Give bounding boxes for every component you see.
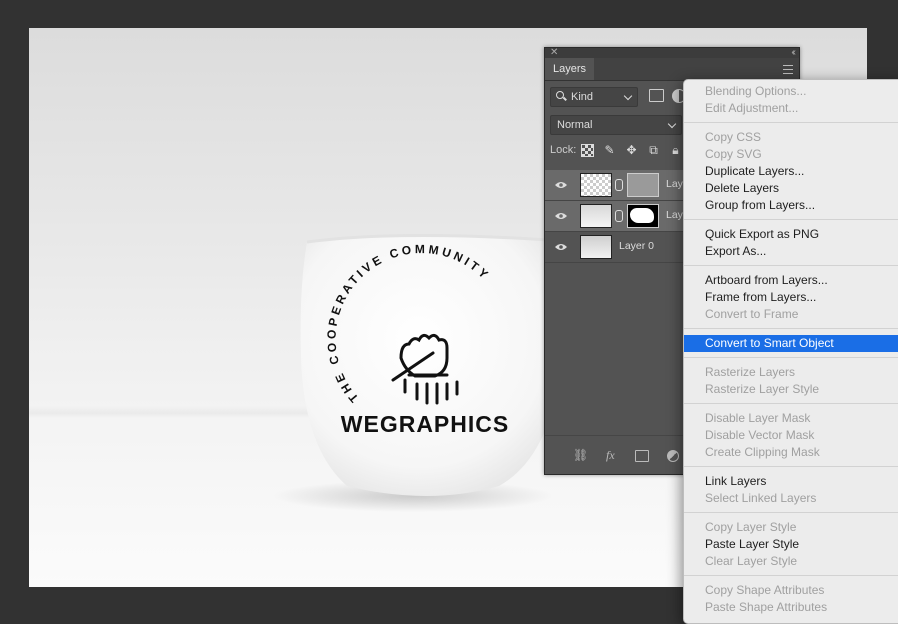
menu-item-disable-vector-mask: Disable Vector Mask (705, 428, 815, 442)
kind-filter-select[interactable]: Kind (550, 87, 638, 107)
panel-menu-icon[interactable] (783, 65, 793, 74)
lock-brush-icon[interactable]: ✎ (603, 144, 616, 157)
eye-icon[interactable] (555, 212, 567, 220)
menu-item-create-clipping-mask: Create Clipping Mask (705, 445, 820, 459)
layer-mask-thumbnail[interactable] (627, 173, 659, 197)
eye-icon[interactable] (555, 243, 567, 251)
layer-thumbnail (580, 173, 612, 197)
menu-item-export-as[interactable]: Export As... (684, 243, 898, 260)
layer-name[interactable]: Layer 0 (619, 240, 654, 252)
menu-item-copy-layer-style: Copy Layer Style (705, 520, 797, 534)
blend-mode-select[interactable]: Normal (550, 115, 682, 135)
eye-icon[interactable] (555, 181, 567, 189)
blend-mode-label: Normal (557, 119, 593, 131)
menu-separator (684, 466, 898, 467)
menu-item-copy-css: Copy CSS (705, 130, 762, 144)
panel-title-bar: ✕ ‹‹ (545, 47, 799, 58)
menu-item-rasterize-layers: Rasterize Layers (705, 365, 796, 379)
menu-item-paste-layer-style[interactable]: Paste Layer Style (684, 536, 898, 553)
menu-separator (684, 403, 898, 404)
menu-item-select-linked-layers: Select Linked Layers (705, 491, 817, 505)
menu-item-convert-to-frame: Convert to Frame (705, 307, 799, 321)
menu-item-frame-from-layers[interactable]: Frame from Layers... (684, 289, 898, 306)
menu-item-quick-export-as-png[interactable]: Quick Export as PNG (684, 226, 898, 243)
add-mask-icon[interactable] (635, 450, 649, 462)
menu-separator (684, 357, 898, 358)
layer-thumbnail (580, 235, 612, 259)
chevron-down-icon (667, 119, 677, 129)
adjustment-layer-icon[interactable] (667, 450, 679, 462)
layer-thumbnail (580, 204, 612, 228)
menu-item-duplicate-layers[interactable]: Duplicate Layers... (684, 163, 898, 180)
layer-mask-thumbnail[interactable] (627, 204, 659, 228)
menu-item-copy-shape-attributes: Copy Shape Attributes (705, 583, 825, 597)
menu-item-edit-adjustment: Edit Adjustment... (705, 101, 799, 115)
menu-separator (684, 575, 898, 576)
menu-item-clear-layer-style: Clear Layer Style (705, 554, 798, 568)
chevron-down-icon (623, 91, 633, 101)
lock-row: Lock: ✎ ✥ ⧉ 🔒︎ (550, 144, 679, 157)
panel-tab-bar: Layers (545, 58, 799, 81)
menu-item-group-from-layers[interactable]: Group from Layers... (684, 197, 898, 214)
menu-item-artboard-from-layers[interactable]: Artboard from Layers... (684, 272, 898, 289)
kind-filter-label: Kind (571, 91, 594, 103)
search-icon (556, 91, 564, 99)
menu-item-rasterize-layer-style: Rasterize Layer Style (705, 382, 820, 396)
fx-icon[interactable]: fx (606, 448, 615, 462)
lock-transparency-icon[interactable] (581, 144, 594, 157)
lock-label: Lock: (550, 144, 577, 156)
menu-item-blending-options: Blending Options... (705, 84, 807, 98)
menu-separator (684, 122, 898, 123)
menu-item-convert-to-smart-object[interactable]: Convert to Smart Object (684, 335, 898, 352)
lock-all-icon[interactable]: 🔒︎ (669, 144, 682, 157)
menu-item-disable-layer-mask: Disable Layer Mask (705, 411, 811, 425)
tab-layers[interactable]: Layers (545, 58, 595, 80)
menu-item-paste-shape-attributes: Paste Shape Attributes (705, 600, 828, 614)
menu-item-copy-svg: Copy SVG (705, 147, 762, 161)
menu-separator (684, 265, 898, 266)
context-menu: Blending Options... Edit Adjustment... Cop… (683, 79, 898, 624)
pixel-filter-icon[interactable] (649, 89, 664, 102)
lock-artboard-icon[interactable]: ⧉ (647, 144, 660, 157)
menu-item-delete-layers[interactable]: Delete Layers (684, 180, 898, 197)
menu-separator (684, 512, 898, 513)
mug-brand-text: WEGRAPHICS (341, 411, 509, 437)
link-icon[interactable] (615, 210, 623, 222)
menu-separator (684, 328, 898, 329)
lock-move-icon[interactable]: ✥ (625, 144, 638, 157)
menu-item-link-layers[interactable]: Link Layers (684, 473, 898, 490)
link-layers-icon[interactable]: ⛓ (573, 448, 588, 462)
menu-separator (684, 219, 898, 220)
link-icon[interactable] (615, 179, 623, 191)
